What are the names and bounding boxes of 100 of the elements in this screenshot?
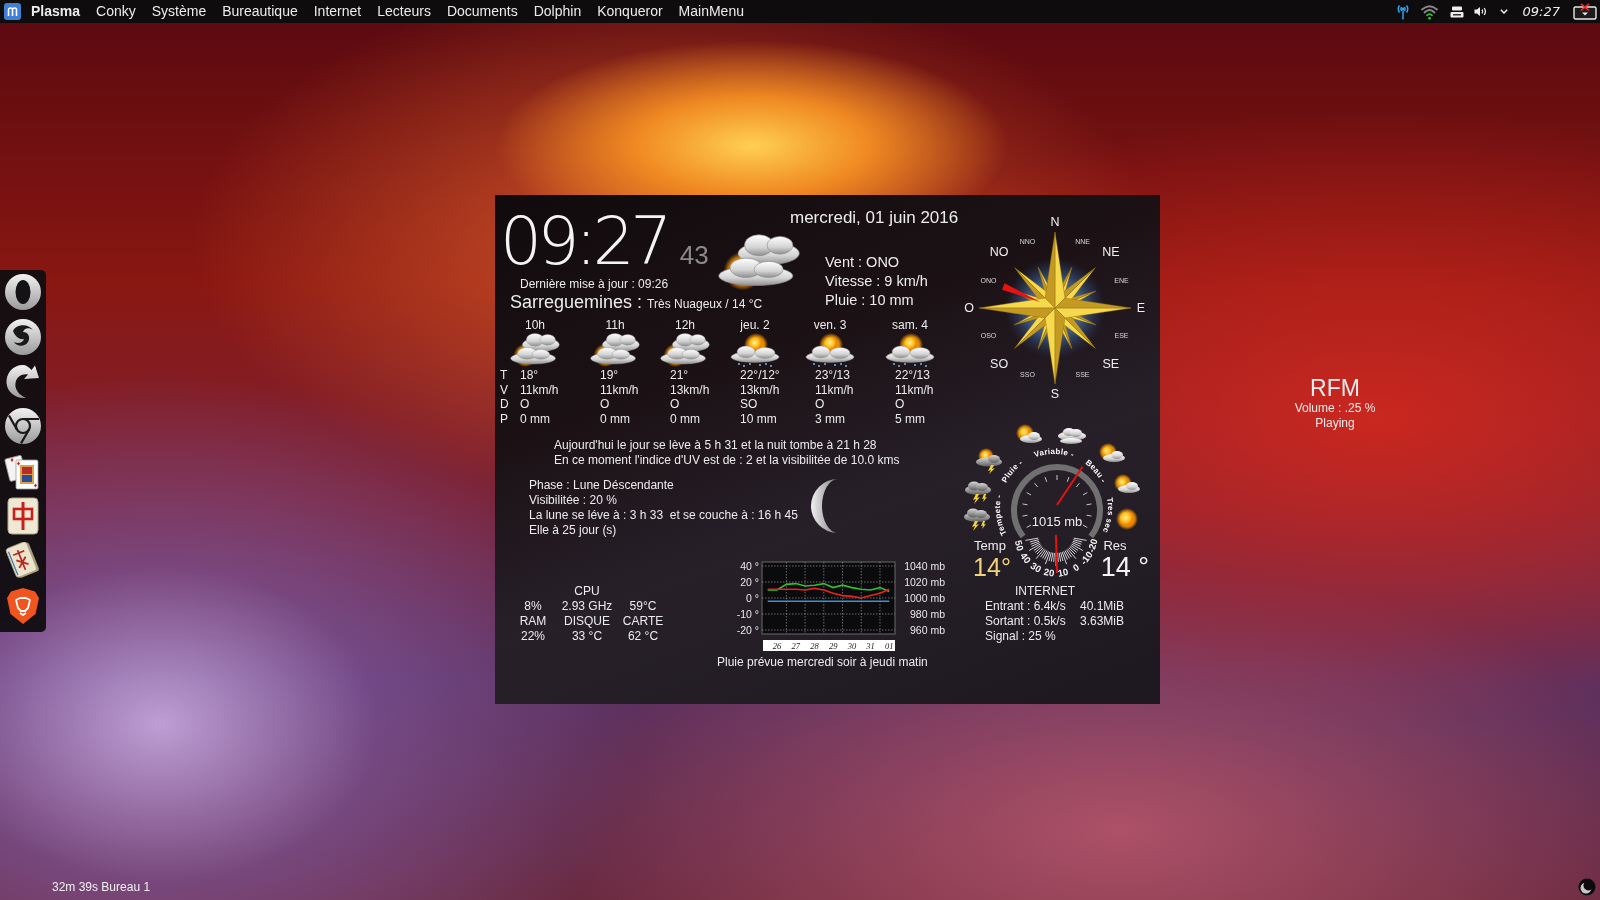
wifi-icon[interactable] <box>1420 3 1438 20</box>
gauge-scale-text: Variable - <box>1032 446 1076 460</box>
forecast-time: 11h <box>604 318 626 333</box>
sun-info-text: Aujourd'hui le jour se lève à 5 h 31 et la nuit tombe à 21 h 28 <box>554 437 877 453</box>
forecast-value: 13km/h <box>670 382 710 398</box>
system-stat: 2.93 GHz <box>561 598 613 614</box>
forecast-value: 18° <box>520 368 539 383</box>
moon-info-text: Phase : Lune Déscendante <box>529 477 674 493</box>
axis-label: -20 ° <box>736 623 759 636</box>
menu-item[interactable]: Système <box>143 0 215 23</box>
axis-label: 1040 mb <box>904 559 945 572</box>
compass-label: E <box>1136 301 1146 315</box>
forecast-value: O <box>895 397 905 413</box>
forecast-value: 19° <box>600 368 619 383</box>
clock-time: 09:27 <box>500 210 668 274</box>
dial-number: 0 <box>1070 561 1082 574</box>
forecast-value: 11km/h <box>600 382 639 398</box>
moon-info-text: Visibilitée : 20 % <box>529 492 617 508</box>
broadcast-icon[interactable] <box>1395 3 1410 20</box>
moon-info-text: La lune se léve à : 3 h 33 et se couche à : 16 h 45 <box>529 507 798 523</box>
menu-item[interactable]: MainMenu <box>670 0 752 23</box>
aperture-icon[interactable] <box>4 407 42 446</box>
mahjong-tile-icon[interactable] <box>4 497 42 535</box>
drive-icon[interactable] <box>1449 5 1464 18</box>
dial-number: 50 <box>1012 538 1027 553</box>
storm-cloud-icon <box>964 508 990 531</box>
system-stat: 22% <box>521 628 545 644</box>
system-stat: 59°C <box>629 598 657 614</box>
clock-seconds: 43 <box>679 240 709 271</box>
forecast-value: O <box>600 397 610 413</box>
wind-info: Pluie : 10 mm <box>825 291 914 310</box>
compass-label: S <box>1050 387 1060 401</box>
menu-item[interactable]: Plasma <box>23 0 89 23</box>
network-stat: 40.1MiB <box>1080 599 1125 614</box>
dial-number: 20 <box>1042 566 1056 579</box>
ring-icon[interactable] <box>4 273 42 311</box>
date-label: 27 <box>791 640 800 651</box>
swirl-icon[interactable] <box>4 317 42 356</box>
forecast-value: 0 mm <box>520 412 550 427</box>
storm-cloud-icon <box>965 481 991 504</box>
res-value: 14 ° <box>1100 552 1150 582</box>
forecast-time: jeu. 2 <box>739 318 771 333</box>
row-label: D <box>500 397 509 413</box>
compass-label: SE <box>1102 356 1120 371</box>
curved-arrow-icon[interactable] <box>4 362 42 401</box>
desktop-status-text: 32m 39s Bureau 1 <box>52 880 151 894</box>
axis-label: 20 ° <box>740 575 759 588</box>
pressure-reading: 1015 mb <box>1031 514 1083 529</box>
monitor-cross-icon[interactable] <box>1573 3 1597 20</box>
system-stat: 62 °C <box>627 628 659 644</box>
sun-cloud-icon <box>1114 474 1140 493</box>
forecast-time: 10h <box>524 318 546 333</box>
menu-item[interactable]: Bureautique <box>214 0 306 23</box>
menu-item[interactable]: Documents <box>438 0 526 23</box>
crescent-icon[interactable] <box>1578 878 1596 896</box>
network-stat: Entrant : 6.4k/s <box>985 599 1066 614</box>
app-menu-icon[interactable] <box>4 3 21 20</box>
forecast-time: sam. 4 <box>891 318 929 333</box>
axis-label: -10 ° <box>736 607 759 620</box>
system-stat: DISQUE <box>564 613 610 629</box>
temp-value: 14° <box>973 553 1011 581</box>
forecast-time: ven. 3 <box>812 318 848 333</box>
forecast-value: SO <box>740 397 758 413</box>
system-stat: 33 °C <box>571 628 603 644</box>
date-label: 26 <box>772 640 782 651</box>
forecast-value: O <box>815 397 825 413</box>
moon-info-text: Elle à 25 jour (s) <box>529 522 617 538</box>
signal-text: Signal : 25 % <box>985 629 1056 644</box>
row-label: V <box>500 382 508 398</box>
panel-clock[interactable]: 09:27 <box>1522 4 1560 19</box>
compass-label: SO <box>990 356 1009 371</box>
network-stat: 3.63MiB <box>1080 614 1125 629</box>
playing-cards-icon[interactable] <box>4 452 42 491</box>
network-stat: Sortant : 0.5k/s <box>985 614 1066 629</box>
sun-storm-cloud-icon <box>976 448 1002 474</box>
row-label: P <box>500 412 508 427</box>
axis-label: 0 ° <box>746 591 759 604</box>
axis-label: 960 mb <box>909 623 945 636</box>
mahjong-tiles-icon[interactable] <box>4 541 42 580</box>
menu-item[interactable]: Lecteurs <box>369 0 439 23</box>
menu-item[interactable]: Konqueror <box>589 0 671 23</box>
forecast-value: 5 mm <box>895 412 925 427</box>
sun-cloud-icon <box>1016 424 1042 443</box>
axis-label: 1020 mb <box>904 575 945 588</box>
chevron-icon[interactable] <box>1499 9 1508 14</box>
forecast-value: 11km/h <box>815 382 854 398</box>
menu-item[interactable]: Dolphin <box>525 0 590 23</box>
volume-icon[interactable] <box>1473 6 1488 17</box>
last-update-text: Dernière mise à jour : 09:26 <box>519 276 669 293</box>
forecast-value: 10 mm <box>740 412 777 427</box>
forecast-value: O <box>670 397 680 413</box>
axis-label: 1000 mb <box>904 591 945 604</box>
dial-number: 40 <box>1018 550 1034 566</box>
menu-item[interactable]: Internet <box>305 0 370 23</box>
forecast-value: 11km/h <box>895 382 934 398</box>
compass-label: NE <box>1102 245 1120 260</box>
shield-icon[interactable] <box>4 586 42 625</box>
forecast-value: O <box>520 397 530 413</box>
menu-item[interactable]: Conky <box>88 0 144 23</box>
system-stat: CARTE <box>622 613 664 629</box>
